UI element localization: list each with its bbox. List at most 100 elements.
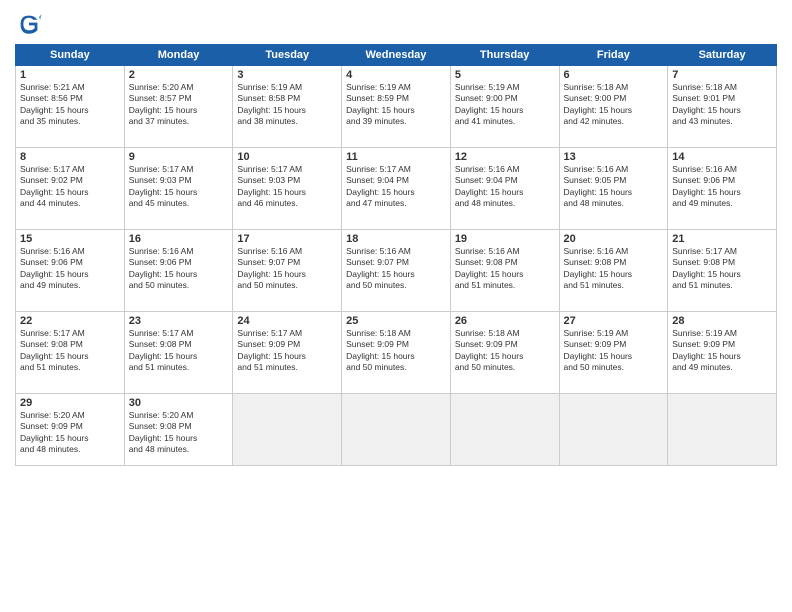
cell-content: Sunrise: 5:19 AM Sunset: 9:00 PM Dayligh… <box>455 82 555 128</box>
cal-cell-23: 23Sunrise: 5:17 AM Sunset: 9:08 PM Dayli… <box>124 312 233 394</box>
cal-cell-empty <box>559 394 668 466</box>
cell-content: Sunrise: 5:16 AM Sunset: 9:08 PM Dayligh… <box>455 246 555 292</box>
cal-cell-6: 6Sunrise: 5:18 AM Sunset: 9:00 PM Daylig… <box>559 66 668 148</box>
day-number: 23 <box>129 315 229 327</box>
cal-cell-1: 1Sunrise: 5:21 AM Sunset: 8:56 PM Daylig… <box>16 66 125 148</box>
day-number: 17 <box>237 233 337 245</box>
cal-cell-26: 26Sunrise: 5:18 AM Sunset: 9:09 PM Dayli… <box>450 312 559 394</box>
cell-content: Sunrise: 5:16 AM Sunset: 9:06 PM Dayligh… <box>672 164 772 210</box>
week-row-1: 1Sunrise: 5:21 AM Sunset: 8:56 PM Daylig… <box>16 66 777 148</box>
day-number: 29 <box>20 397 120 409</box>
cell-content: Sunrise: 5:17 AM Sunset: 9:08 PM Dayligh… <box>129 328 229 374</box>
cell-content: Sunrise: 5:17 AM Sunset: 9:09 PM Dayligh… <box>237 328 337 374</box>
cell-content: Sunrise: 5:17 AM Sunset: 9:04 PM Dayligh… <box>346 164 446 210</box>
cell-content: Sunrise: 5:16 AM Sunset: 9:06 PM Dayligh… <box>20 246 120 292</box>
cell-content: Sunrise: 5:19 AM Sunset: 8:59 PM Dayligh… <box>346 82 446 128</box>
day-number: 30 <box>129 397 229 409</box>
day-number: 24 <box>237 315 337 327</box>
cal-cell-16: 16Sunrise: 5:16 AM Sunset: 9:06 PM Dayli… <box>124 230 233 312</box>
col-header-tuesday: Tuesday <box>233 45 342 66</box>
cell-content: Sunrise: 5:20 AM Sunset: 9:08 PM Dayligh… <box>129 410 229 456</box>
cal-cell-21: 21Sunrise: 5:17 AM Sunset: 9:08 PM Dayli… <box>668 230 777 312</box>
calendar-table: SundayMondayTuesdayWednesdayThursdayFrid… <box>15 44 777 466</box>
week-row-5: 29Sunrise: 5:20 AM Sunset: 9:09 PM Dayli… <box>16 394 777 466</box>
col-header-wednesday: Wednesday <box>342 45 451 66</box>
header <box>15 10 777 38</box>
cal-cell-empty <box>342 394 451 466</box>
cell-content: Sunrise: 5:20 AM Sunset: 9:09 PM Dayligh… <box>20 410 120 456</box>
day-number: 3 <box>237 69 337 81</box>
day-number: 20 <box>564 233 664 245</box>
col-header-monday: Monday <box>124 45 233 66</box>
cal-cell-11: 11Sunrise: 5:17 AM Sunset: 9:04 PM Dayli… <box>342 148 451 230</box>
cal-cell-3: 3Sunrise: 5:19 AM Sunset: 8:58 PM Daylig… <box>233 66 342 148</box>
day-number: 26 <box>455 315 555 327</box>
day-number: 4 <box>346 69 446 81</box>
day-number: 14 <box>672 151 772 163</box>
day-number: 16 <box>129 233 229 245</box>
day-number: 21 <box>672 233 772 245</box>
day-number: 19 <box>455 233 555 245</box>
week-row-3: 15Sunrise: 5:16 AM Sunset: 9:06 PM Dayli… <box>16 230 777 312</box>
cal-cell-empty <box>450 394 559 466</box>
day-number: 25 <box>346 315 446 327</box>
week-row-2: 8Sunrise: 5:17 AM Sunset: 9:02 PM Daylig… <box>16 148 777 230</box>
cell-content: Sunrise: 5:18 AM Sunset: 9:01 PM Dayligh… <box>672 82 772 128</box>
cal-cell-29: 29Sunrise: 5:20 AM Sunset: 9:09 PM Dayli… <box>16 394 125 466</box>
cal-cell-20: 20Sunrise: 5:16 AM Sunset: 9:08 PM Dayli… <box>559 230 668 312</box>
cell-content: Sunrise: 5:16 AM Sunset: 9:04 PM Dayligh… <box>455 164 555 210</box>
day-number: 18 <box>346 233 446 245</box>
cal-cell-empty <box>668 394 777 466</box>
cal-cell-19: 19Sunrise: 5:16 AM Sunset: 9:08 PM Dayli… <box>450 230 559 312</box>
cal-cell-27: 27Sunrise: 5:19 AM Sunset: 9:09 PM Dayli… <box>559 312 668 394</box>
cal-cell-7: 7Sunrise: 5:18 AM Sunset: 9:01 PM Daylig… <box>668 66 777 148</box>
cal-cell-empty <box>233 394 342 466</box>
cell-content: Sunrise: 5:19 AM Sunset: 8:58 PM Dayligh… <box>237 82 337 128</box>
week-row-4: 22Sunrise: 5:17 AM Sunset: 9:08 PM Dayli… <box>16 312 777 394</box>
col-header-sunday: Sunday <box>16 45 125 66</box>
col-header-friday: Friday <box>559 45 668 66</box>
cell-content: Sunrise: 5:17 AM Sunset: 9:03 PM Dayligh… <box>129 164 229 210</box>
cell-content: Sunrise: 5:17 AM Sunset: 9:08 PM Dayligh… <box>20 328 120 374</box>
cal-cell-10: 10Sunrise: 5:17 AM Sunset: 9:03 PM Dayli… <box>233 148 342 230</box>
column-headers: SundayMondayTuesdayWednesdayThursdayFrid… <box>16 45 777 66</box>
cell-content: Sunrise: 5:16 AM Sunset: 9:05 PM Dayligh… <box>564 164 664 210</box>
day-number: 22 <box>20 315 120 327</box>
cal-cell-14: 14Sunrise: 5:16 AM Sunset: 9:06 PM Dayli… <box>668 148 777 230</box>
cal-cell-24: 24Sunrise: 5:17 AM Sunset: 9:09 PM Dayli… <box>233 312 342 394</box>
cell-content: Sunrise: 5:17 AM Sunset: 9:02 PM Dayligh… <box>20 164 120 210</box>
cell-content: Sunrise: 5:16 AM Sunset: 9:07 PM Dayligh… <box>237 246 337 292</box>
cal-cell-17: 17Sunrise: 5:16 AM Sunset: 9:07 PM Dayli… <box>233 230 342 312</box>
day-number: 10 <box>237 151 337 163</box>
day-number: 8 <box>20 151 120 163</box>
day-number: 9 <box>129 151 229 163</box>
cal-cell-15: 15Sunrise: 5:16 AM Sunset: 9:06 PM Dayli… <box>16 230 125 312</box>
logo <box>15 10 47 38</box>
cal-cell-22: 22Sunrise: 5:17 AM Sunset: 9:08 PM Dayli… <box>16 312 125 394</box>
cal-cell-28: 28Sunrise: 5:19 AM Sunset: 9:09 PM Dayli… <box>668 312 777 394</box>
cal-cell-25: 25Sunrise: 5:18 AM Sunset: 9:09 PM Dayli… <box>342 312 451 394</box>
logo-icon <box>15 10 43 38</box>
day-number: 6 <box>564 69 664 81</box>
cell-content: Sunrise: 5:21 AM Sunset: 8:56 PM Dayligh… <box>20 82 120 128</box>
day-number: 11 <box>346 151 446 163</box>
cell-content: Sunrise: 5:19 AM Sunset: 9:09 PM Dayligh… <box>564 328 664 374</box>
cell-content: Sunrise: 5:19 AM Sunset: 9:09 PM Dayligh… <box>672 328 772 374</box>
day-number: 12 <box>455 151 555 163</box>
cell-content: Sunrise: 5:16 AM Sunset: 9:08 PM Dayligh… <box>564 246 664 292</box>
cal-cell-30: 30Sunrise: 5:20 AM Sunset: 9:08 PM Dayli… <box>124 394 233 466</box>
cell-content: Sunrise: 5:18 AM Sunset: 9:09 PM Dayligh… <box>346 328 446 374</box>
cal-cell-8: 8Sunrise: 5:17 AM Sunset: 9:02 PM Daylig… <box>16 148 125 230</box>
cell-content: Sunrise: 5:18 AM Sunset: 9:00 PM Dayligh… <box>564 82 664 128</box>
cal-cell-13: 13Sunrise: 5:16 AM Sunset: 9:05 PM Dayli… <box>559 148 668 230</box>
cal-cell-18: 18Sunrise: 5:16 AM Sunset: 9:07 PM Dayli… <box>342 230 451 312</box>
cell-content: Sunrise: 5:16 AM Sunset: 9:07 PM Dayligh… <box>346 246 446 292</box>
cal-cell-12: 12Sunrise: 5:16 AM Sunset: 9:04 PM Dayli… <box>450 148 559 230</box>
cell-content: Sunrise: 5:20 AM Sunset: 8:57 PM Dayligh… <box>129 82 229 128</box>
col-header-thursday: Thursday <box>450 45 559 66</box>
cell-content: Sunrise: 5:18 AM Sunset: 9:09 PM Dayligh… <box>455 328 555 374</box>
day-number: 28 <box>672 315 772 327</box>
day-number: 13 <box>564 151 664 163</box>
day-number: 1 <box>20 69 120 81</box>
day-number: 27 <box>564 315 664 327</box>
